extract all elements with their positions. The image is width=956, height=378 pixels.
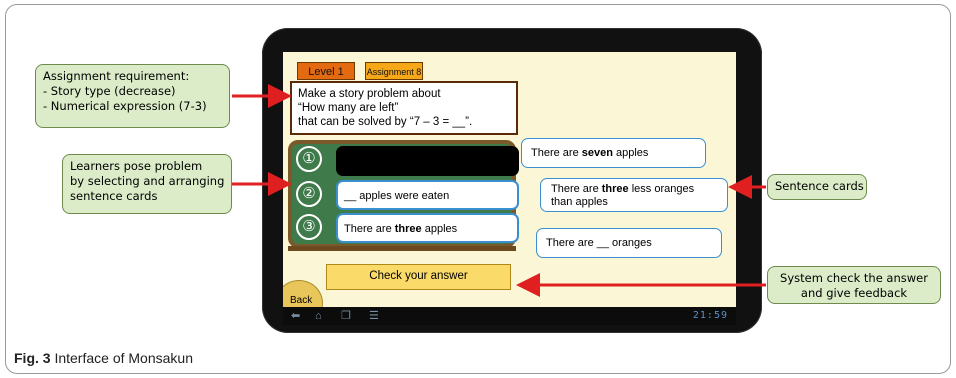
caption-text: Interface of Monsakun [50, 350, 193, 366]
caption-label: Fig. 3 [14, 350, 51, 366]
callout-arrows [232, 84, 766, 297]
figure-caption: Fig. 3 Interface of Monsakun [14, 350, 193, 366]
